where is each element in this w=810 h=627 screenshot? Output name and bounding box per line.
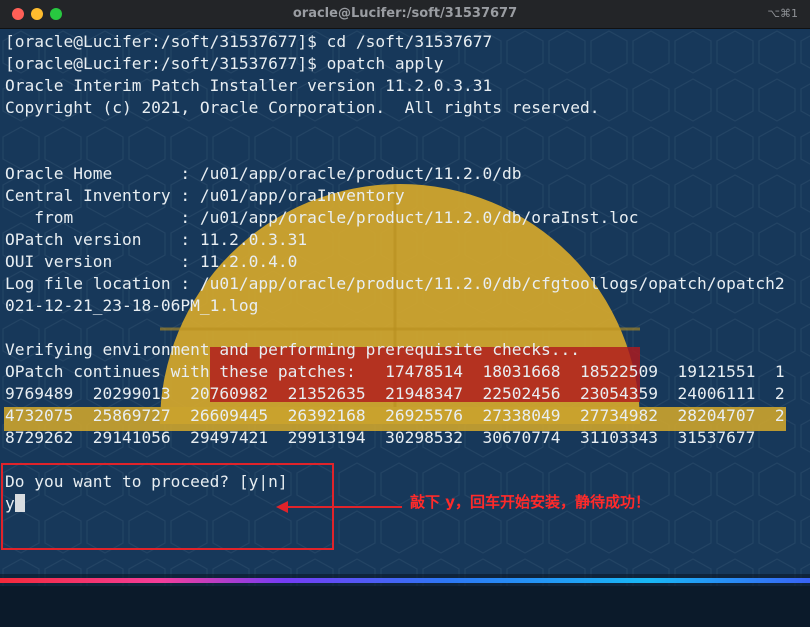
terminal-line: 9769489 20299013 20760982 21352635 21948… [5, 384, 785, 403]
window-title: oracle@Lucifer:/soft/31537677 [292, 6, 518, 21]
terminal-line: Oracle Home : /u01/app/oracle/product/11… [5, 164, 522, 183]
terminal-line: [oracle@Lucifer:/soft/31537677]$ cd /sof… [5, 32, 493, 51]
terminal-line: Central Inventory : /u01/app/oraInventor… [5, 186, 405, 205]
window-shortcut: ⌥⌘1 [767, 7, 798, 20]
annotation-arrow-icon [276, 501, 402, 513]
terminal-line: OPatch version : 11.2.0.3.31 [5, 230, 308, 249]
terminal-line: Oracle Interim Patch Installer version 1… [5, 76, 493, 95]
terminal-line: 8729262 29141056 29497421 29913194 30298… [5, 428, 756, 447]
terminal-line: 021-12-21_23-18-06PM_1.log [5, 296, 259, 315]
terminal-window: oracle@Lucifer:/soft/31537677 ⌥⌘1 [oracl… [0, 0, 810, 627]
title-bar: oracle@Lucifer:/soft/31537677 ⌥⌘1 [0, 0, 810, 29]
terminal-line: Log file location : /u01/app/oracle/prod… [5, 274, 785, 293]
terminal-line: Copyright (c) 2021, Oracle Corporation. … [5, 98, 600, 117]
annotation-text: 敲下 y，回车开始安装，静待成功！ [410, 493, 651, 511]
terminal-line: [oracle@Lucifer:/soft/31537677]$ opatch … [5, 54, 444, 73]
terminal-line: Verifying environment and performing pre… [5, 340, 580, 359]
terminal-output[interactable]: [oracle@Lucifer:/soft/31537677]$ cd /sof… [5, 31, 785, 515]
terminal-line: 4732075 25869727 26609445 26392168 26925… [5, 406, 785, 425]
terminal-line: from : /u01/app/oracle/product/11.2.0/db… [5, 208, 639, 227]
terminal-line: OUI version : 11.2.0.4.0 [5, 252, 298, 271]
terminal-line: OPatch continues with these patches: 174… [5, 362, 785, 381]
